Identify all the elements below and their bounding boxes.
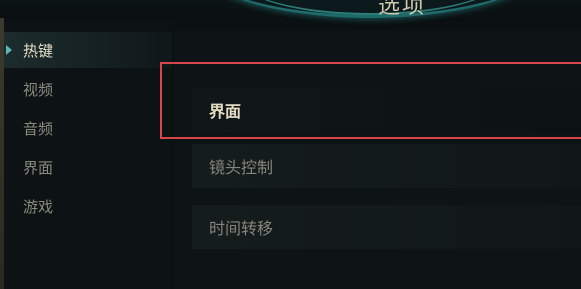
section-row-camera-control[interactable]: 镜头控制 (192, 144, 581, 188)
sidebar-item-label: 音频 (23, 119, 54, 138)
sidebar-item-label: 游戏 (23, 197, 54, 216)
sidebar-item-interface[interactable]: 界面 (4, 149, 172, 185)
page-title: 选项 (378, 0, 427, 19)
sidebar-item-label: 视频 (23, 80, 54, 99)
sidebar-item-hotkeys[interactable]: 热键 (4, 32, 172, 68)
active-arrow-icon (6, 45, 12, 55)
sidebar-item-game[interactable]: 游戏 (4, 188, 172, 224)
options-window: 选项 热键 视频 音频 界面 游戏 界面 镜头控制 时间转移 (0, 0, 581, 289)
sidebar-item-video[interactable]: 视频 (4, 71, 172, 107)
sidebar-item-label: 热键 (23, 41, 54, 60)
sidebar: 热键 视频 音频 界面 游戏 (4, 22, 172, 289)
section-row-label: 时间转移 (209, 219, 274, 238)
section-row-label: 镜头控制 (209, 158, 274, 177)
sidebar-item-label: 界面 (23, 158, 54, 177)
sidebar-item-audio[interactable]: 音频 (4, 110, 172, 146)
section-row-label: 界面 (209, 102, 242, 121)
section-row-time-shift[interactable]: 时间转移 (192, 205, 581, 249)
section-row-interface[interactable]: 界面 (192, 88, 581, 132)
